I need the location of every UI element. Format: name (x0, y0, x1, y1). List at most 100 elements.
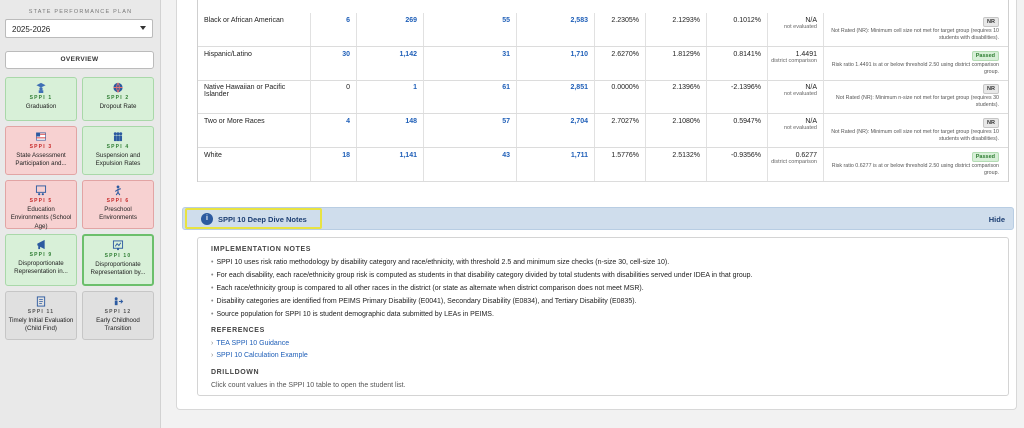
comparison-value: 0.6277 (795, 152, 817, 159)
diff-cell: 0.8141% (707, 47, 768, 80)
tile-code: SPPI 11 (27, 309, 55, 315)
count-link[interactable]: 57 (424, 114, 517, 147)
tile-sppi-10[interactable]: SPPI 10 Disproportionate Representation … (82, 234, 154, 286)
rate-cell: 2.2305% (595, 13, 646, 46)
plan-label: STATE PERFORMANCE PLAN (28, 9, 133, 15)
diff-cell: -2.1396% (707, 80, 768, 113)
count-link[interactable]: 18 (311, 148, 357, 181)
count-link[interactable]: 61 (424, 80, 517, 113)
race-cell: Native Hawaiian or Pacific Islander (198, 80, 311, 113)
tile-name: Disproportionate Representation in... (14, 260, 68, 276)
tile-sppi-4[interactable]: SPPI 4 Suspension and Expulsion Rates (82, 126, 154, 175)
deep-dive-header[interactable]: i SPPI 10 Deep Dive Notes Hide (182, 207, 1014, 230)
count-link[interactable]: 2,851 (517, 80, 595, 113)
flag-icon (36, 132, 46, 141)
tile-code: SPPI 12 (104, 309, 132, 315)
reference-link[interactable]: › SPPI 10 Calculation Example (211, 352, 308, 359)
rate-cell: 0.0000% (595, 80, 646, 113)
bullet-icon: • (211, 298, 214, 305)
tile-sppi-2[interactable]: SPPI 2 Dropout Rate (82, 77, 154, 121)
tile-sppi-12[interactable]: SPPI 12 Early Childhood Transition (82, 291, 154, 340)
table-row: Black or African American 6 269 55 2,583… (198, 13, 1008, 47)
comparison-value: N/A (805, 84, 817, 91)
status-cell: NR Not Rated (NR): Minimum cell size not… (824, 114, 1004, 147)
table-row: Two or More Races 4 148 57 2,704 2.7027%… (198, 114, 1008, 148)
count-link[interactable]: 2,583 (517, 13, 595, 46)
status-note: Not Rated (NR): Minimum n-size not met f… (835, 95, 999, 108)
overview-button[interactable]: OVERVIEW (5, 51, 154, 69)
status-cell: NR Not Rated (NR): Minimum n-size not me… (824, 80, 1004, 113)
diff-cell: 0.5947% (707, 114, 768, 147)
tile-sppi-6[interactable]: SPPI 6 Preschool Environments (82, 180, 154, 229)
count-link[interactable]: 1,711 (517, 148, 595, 181)
table-row: Hispanic/Latino 30 1,142 31 1,710 2.6270… (198, 47, 1008, 81)
tile-name: Early Childhood Transition (96, 317, 140, 333)
transition-icon (114, 297, 124, 306)
status-cell: Passed Risk ratio 1.4491 is at or below … (824, 47, 1004, 80)
tile-sppi-5[interactable]: SPPI 5 Education Environments (School Ag… (5, 180, 77, 230)
bullet-icon: • (211, 259, 214, 266)
drilldown-text: Click count values in the SPPI 10 table … (211, 382, 406, 389)
sppi-10-card: Black or African American 6 269 55 2,583… (176, 0, 1017, 410)
status-note: Not Rated (NR): Minimum cell size not me… (831, 129, 999, 142)
count-link[interactable]: 2,704 (517, 114, 595, 147)
document-icon (36, 296, 46, 307)
tile-name: Graduation (25, 103, 57, 110)
main-content: Black or African American 6 269 55 2,583… (161, 0, 1024, 428)
count-link[interactable]: 31 (424, 47, 517, 80)
rate-cell: 2.1396% (646, 80, 707, 113)
info-icon: i (201, 213, 213, 225)
status-note: Risk ratio 1.4491 is at or below thresho… (831, 62, 999, 75)
status-badge: Passed (971, 51, 999, 61)
rate-cell: 2.6270% (595, 47, 646, 80)
tile-code: SPPI 2 (106, 95, 130, 101)
table-row: Native Hawaiian or Pacific Islander 0 1 … (198, 80, 1008, 114)
comparison-note: not evaluated (783, 91, 817, 97)
rate-cell: 2.1080% (646, 114, 707, 147)
tile-code: SPPI 10 (104, 253, 132, 259)
comparison-value: N/A (805, 17, 817, 24)
count-link[interactable]: 1,710 (517, 47, 595, 80)
count-link[interactable]: 6 (311, 13, 357, 46)
tile-code: SPPI 9 (29, 252, 53, 258)
references-heading: REFERENCES (211, 327, 265, 334)
note-bullet: • Disability categories are identified fr… (211, 298, 637, 305)
graduate-icon (36, 82, 46, 93)
count-link[interactable]: 1 (357, 80, 424, 113)
count-link[interactable]: 30 (311, 47, 357, 80)
race-cell: White (198, 148, 311, 181)
tile-sppi-11[interactable]: SPPI 11 Timely Initial Evaluation (Child… (5, 291, 77, 340)
chevron-right-icon: › (211, 352, 214, 359)
note-bullet: • Source population for SPPI 10 is studen… (211, 311, 494, 318)
tile-sppi-3[interactable]: SPPI 3 State Assessment Participation an… (5, 126, 77, 175)
tile-sppi-9[interactable]: SPPI 9 Disproportionate Representation i… (5, 234, 77, 286)
status-note: Not Rated (NR): Minimum cell size not me… (831, 28, 999, 41)
reference-link[interactable]: › TEA SPPI 10 Guidance (211, 340, 289, 347)
reference-text: TEA SPPI 10 Guidance (216, 340, 290, 347)
hide-button[interactable]: Hide (989, 215, 1005, 224)
note-bullet: • For each disability, each race/ethnicit… (211, 272, 753, 279)
comparison-cell: 1.4491 district comparison (768, 47, 824, 80)
status-badge: NR (983, 118, 999, 128)
count-link[interactable]: 1,142 (357, 47, 424, 80)
table-row: White 18 1,141 43 1,711 1.5776% 2.5132% … (198, 148, 1008, 182)
year-select[interactable]: 2025-2026 (5, 19, 153, 38)
note-text: Disability categories are identified fro… (216, 298, 637, 305)
reference-text: SPPI 10 Calculation Example (216, 352, 308, 359)
count-link[interactable]: 148 (357, 114, 424, 147)
count-link[interactable]: 1,141 (357, 148, 424, 181)
diff-cell: -0.9356% (707, 148, 768, 181)
comparison-cell: 0.6277 district comparison (768, 148, 824, 181)
tile-code: SPPI 5 (29, 198, 53, 204)
status-cell: NR Not Rated (NR): Minimum cell size not… (824, 13, 1004, 46)
count-link[interactable]: 43 (424, 148, 517, 181)
note-bullet: • Each race/ethnicity group is compared t… (211, 285, 644, 292)
count-link[interactable]: 269 (357, 13, 424, 46)
comparison-cell: N/A not evaluated (768, 80, 824, 113)
tile-sppi-1[interactable]: SPPI 1 Graduation (5, 77, 77, 121)
race-cell: Black or African American (198, 13, 311, 46)
count-link[interactable]: 4 (311, 114, 357, 147)
note-bullet: • SPPI 10 uses risk ratio methodology by … (211, 259, 669, 266)
count-link[interactable]: 55 (424, 13, 517, 46)
status-badge: Passed (971, 152, 999, 162)
